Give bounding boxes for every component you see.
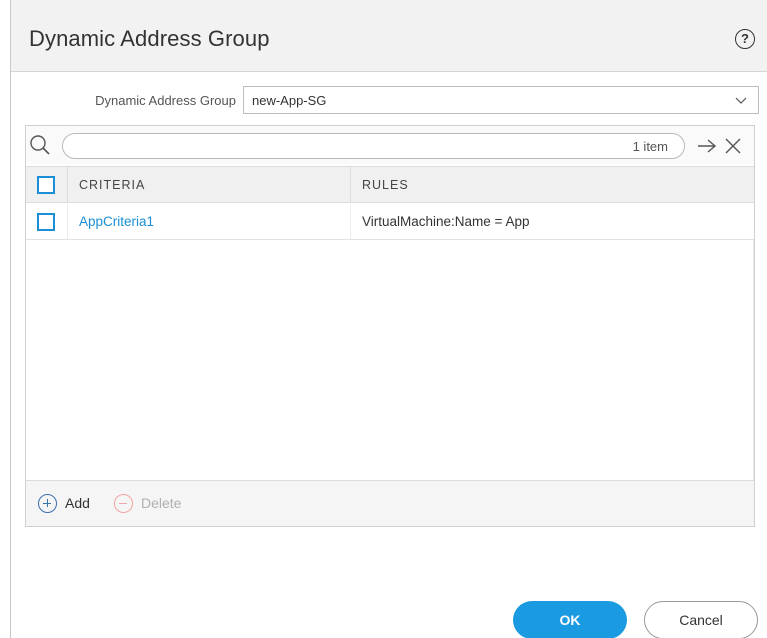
select-all-cell [26, 167, 68, 202]
arrow-right-icon[interactable] [696, 137, 718, 155]
group-name-label: Dynamic Address Group [95, 93, 236, 108]
dynamic-address-group-dialog: Dynamic Address Group ? Dynamic Address … [10, 0, 767, 638]
chevron-down-icon [735, 97, 747, 104]
cancel-button[interactable]: Cancel [644, 601, 758, 638]
search-icon[interactable] [29, 134, 51, 156]
minus-circle-icon [114, 494, 133, 513]
close-icon[interactable] [723, 136, 743, 156]
group-name-select[interactable]: new-App-SG [243, 86, 759, 114]
search-input[interactable]: 1 item [62, 133, 685, 159]
help-icon[interactable]: ? [735, 29, 755, 49]
column-header-criteria-label: CRITERIA [79, 178, 146, 192]
plus-circle-icon [38, 494, 57, 513]
column-header-rules-label: RULES [362, 178, 409, 192]
table-empty-area [26, 240, 754, 480]
search-bar: 1 item [26, 126, 754, 164]
select-all-checkbox[interactable] [37, 176, 55, 194]
row-checkbox[interactable] [37, 213, 55, 231]
dialog-title-bar: Dynamic Address Group ? [11, 0, 767, 72]
rules-text: VirtualMachine:Name = App [362, 214, 530, 229]
criteria-cell: AppCriteria1 [68, 204, 351, 239]
dialog-title: Dynamic Address Group [29, 26, 270, 51]
criteria-grid: 1 item CRITERIA RULES AppCriteria1 Virtu… [25, 125, 755, 527]
column-header-criteria[interactable]: CRITERIA [68, 167, 351, 202]
column-header-rules[interactable]: RULES [351, 167, 754, 202]
add-label: Add [65, 495, 90, 511]
item-count: 1 item [632, 139, 668, 154]
table-header-row: CRITERIA RULES [26, 166, 754, 203]
delete-label: Delete [141, 495, 182, 511]
grid-footer: Add Delete [26, 480, 754, 526]
rules-cell: VirtualMachine:Name = App [351, 204, 754, 239]
group-name-value: new-App-SG [252, 93, 327, 108]
table-row[interactable]: AppCriteria1 VirtualMachine:Name = App [26, 204, 754, 240]
criteria-link[interactable]: AppCriteria1 [79, 214, 154, 229]
ok-button[interactable]: OK [513, 601, 627, 638]
row-check-cell [26, 204, 68, 239]
group-name-row: Dynamic Address Group new-App-SG [11, 86, 767, 116]
